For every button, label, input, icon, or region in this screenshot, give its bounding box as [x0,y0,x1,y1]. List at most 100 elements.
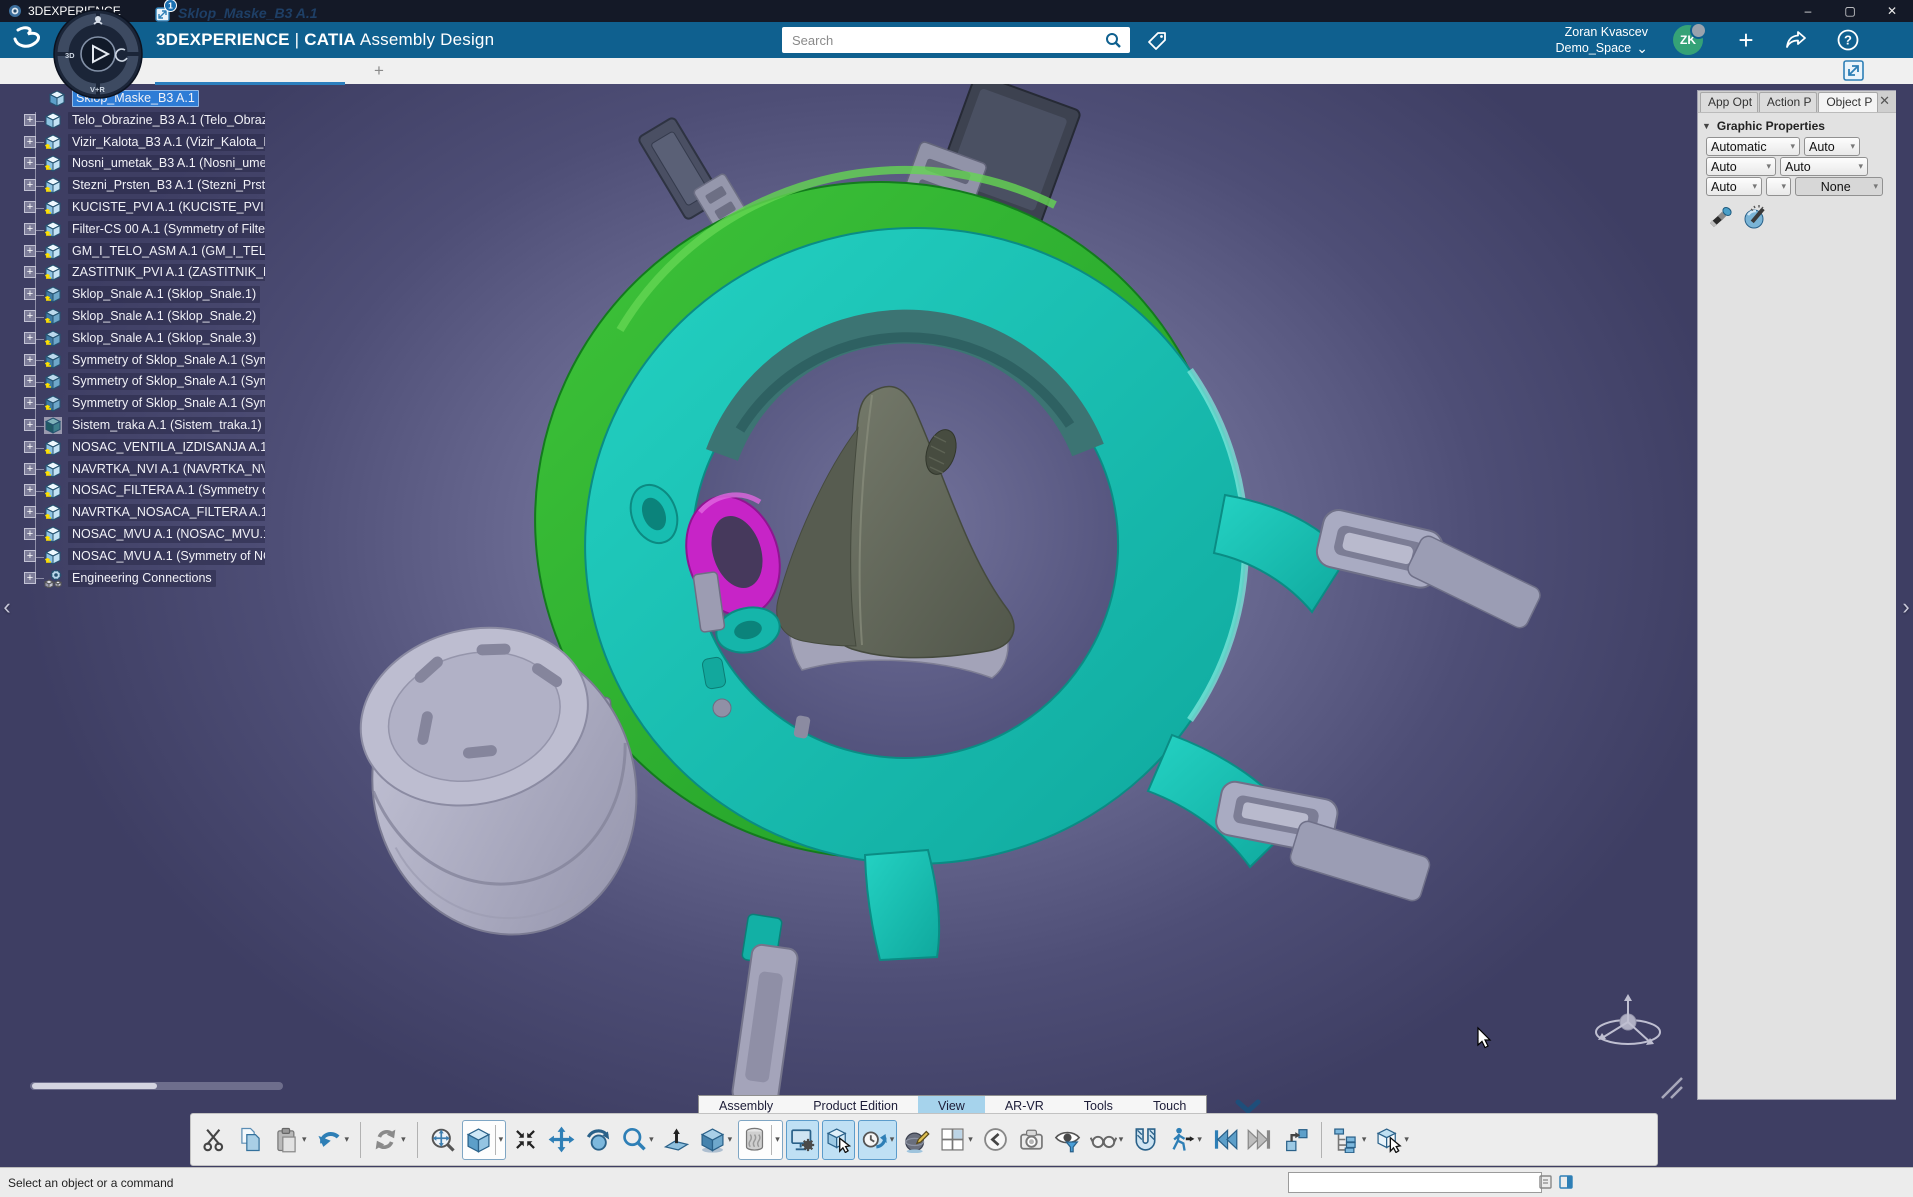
select-box-icon[interactable] [823,1121,854,1159]
undo-icon[interactable]: ▾ [314,1121,352,1159]
skip-end-icon[interactable] [1245,1121,1276,1159]
chevron-down-icon[interactable]: ▾ [1362,1134,1367,1145]
iso-view-icon[interactable]: ▾ [463,1121,506,1159]
share-icon[interactable] [1779,24,1813,56]
export-box-icon[interactable] [1281,1121,1312,1159]
help-icon[interactable]: ? [1831,24,1865,56]
tree-expander[interactable]: + [24,528,36,540]
chevron-down-icon[interactable]: ▾ [968,1134,973,1145]
chevron-down-icon[interactable]: ▾ [401,1134,406,1145]
3d-viewport[interactable]: ‹ › [0,84,1913,1167]
copy-icon[interactable] [235,1121,266,1159]
tree-item[interactable]: +GM_I_TELO_ASM A.1 (GM_I_TELO_A [10,241,265,263]
tree-expander[interactable]: + [24,375,36,387]
collapse-left-panel-icon[interactable]: ‹ [0,596,14,618]
chevron-down-icon[interactable]: ▾ [1119,1134,1124,1145]
command-input[interactable] [1288,1172,1542,1193]
chevron-down-icon[interactable]: ▾ [345,1134,350,1145]
document-tab[interactable]: 1 Sklop_Maske_B3 A.1 [155,2,318,24]
tree-expander[interactable]: + [24,484,36,496]
chevron-down-icon[interactable]: ▾ [1404,1134,1409,1145]
tree-structure-icon[interactable]: ▾ [1331,1121,1369,1159]
tree-expander[interactable]: + [24,136,36,148]
tree-item[interactable]: +Symmetry of Sklop_Snale A.1 (Symme [10,350,265,372]
walk-icon[interactable]: ▾ [1166,1121,1204,1159]
tree-item[interactable]: +Vizir_Kalota_B3 A.1 (Vizir_Kalota_B3.1 [10,132,265,154]
tree-horizontal-scrollbar[interactable] [30,1082,283,1090]
tree-expander[interactable]: + [24,506,36,518]
tree-item[interactable]: +Sklop_Snale A.1 (Sklop_Snale.1) [10,284,265,306]
tree-expander[interactable]: + [24,354,36,366]
tree-item[interactable]: +NOSAC_VENTILA_IZDISANJA A.1 (NC [10,437,265,459]
zoom-icon[interactable]: ▾ [618,1121,656,1159]
tree-item[interactable]: +Symmetry of Sklop_Snale A.1 (Symme [10,393,265,415]
tree-expander[interactable]: + [24,223,36,235]
render-style-icon[interactable]: ▾ [739,1121,782,1159]
paste-icon[interactable]: ▾ [271,1121,309,1159]
tree-expander[interactable]: + [24,157,36,169]
chevron-down-icon[interactable]: ▾ [302,1134,307,1145]
collapse-right-panel-icon[interactable]: › [1899,596,1913,618]
section-magnet-icon[interactable] [1130,1121,1161,1159]
panel-close-icon[interactable]: ✕ [1879,93,1890,109]
tree-item[interactable]: +NAVRTKA_NVI A.1 (NAVRTKA_NVI.1) [10,459,265,481]
chevron-down-icon[interactable]: ▾ [495,1125,504,1155]
rotate-icon[interactable] [582,1121,613,1159]
none-dropdown[interactable]: None▾ [1795,177,1883,196]
tree-expander[interactable]: + [24,463,36,475]
tree-item[interactable]: +NAVRTKA_NOSACA_FILTERA A.1 (Sy [10,502,265,524]
cut-icon[interactable] [199,1121,230,1159]
center-view-icon[interactable] [510,1121,541,1159]
tree-expander[interactable]: + [24,266,36,278]
chevron-down-icon[interactable]: ▾ [771,1125,780,1155]
tree-expander[interactable]: + [24,288,36,300]
eye-filter-icon[interactable] [1052,1121,1083,1159]
panel-tab-object-p[interactable]: Object P [1818,92,1878,112]
user-block[interactable]: Zoran Kvascev Demo_Space ⌄ [1556,22,1648,60]
tree-item[interactable]: +Sistem_traka A.1 (Sistem_traka.1) [10,415,265,437]
tree-item[interactable]: +Filter-CS 00 A.1 (Symmetry of Filter-C [10,219,265,241]
tree-expander[interactable]: + [24,114,36,126]
tree-item[interactable]: +KUCISTE_PVI A.1 (KUCISTE_PVI.1) [10,197,265,219]
search-icon[interactable] [1096,27,1130,53]
update-icon[interactable]: ▾ [370,1121,408,1159]
shaded-cube-icon[interactable]: ▾ [697,1121,735,1159]
auto-dropdown[interactable]: Auto▾ [1780,157,1868,176]
chevron-down-icon[interactable]: ▾ [649,1134,654,1145]
minimize-button[interactable]: – [1787,0,1829,22]
cube-select-icon[interactable]: ▾ [1373,1121,1411,1159]
tree-expander[interactable]: + [24,332,36,344]
sketch-globe-icon[interactable] [901,1121,932,1159]
auto-dropdown[interactable]: Auto▾ [1706,157,1776,176]
tree-item[interactable]: +NOSAC_MVU A.1 (NOSAC_MVU.1) [10,524,265,546]
chevron-down-icon[interactable]: ▾ [890,1134,895,1145]
tree-expander[interactable]: + [24,441,36,453]
maximize-button[interactable]: ▢ [1829,0,1871,22]
tree-item[interactable]: +Engineering Connections [10,568,265,590]
search-input[interactable] [782,33,1096,48]
tree-expander[interactable]: + [24,310,36,322]
sphere-wizard-icon[interactable] [1743,205,1772,235]
tree-item[interactable]: +Sklop_Snale A.1 (Sklop_Snale.2) [10,306,265,328]
chevron-down-icon[interactable]: ▾ [1197,1134,1202,1145]
tree-item[interactable]: +NOSAC_MVU A.1 (Symmetry of NOS [10,546,265,568]
tree-item[interactable]: +Symmetry of Sklop_Snale A.1 (Symme [10,371,265,393]
glasses-icon[interactable]: ▾ [1088,1121,1126,1159]
skip-start-icon[interactable] [1209,1121,1240,1159]
expand-panel-icon[interactable] [1843,60,1864,81]
tree-expander[interactable]: + [24,201,36,213]
tree-expander[interactable]: + [24,245,36,257]
camera-icon[interactable] [1016,1121,1047,1159]
tree-expander[interactable]: + [24,179,36,191]
power-input-icon[interactable] [1538,1173,1554,1194]
panel-toggle-icon[interactable] [1558,1173,1574,1194]
zoom-fit-icon[interactable] [427,1121,458,1159]
panel-tab-action-p[interactable]: Action P [1759,92,1817,112]
paint-brush-icon[interactable] [1707,205,1734,235]
3d-compass[interactable]: 3D V+R [52,8,144,100]
add-content-button[interactable]: + [1729,24,1763,56]
tree-expander[interactable]: + [24,419,36,431]
tree-item[interactable]: +Sklop_Snale A.1 (Sklop_Snale.3) [10,328,265,350]
new-tab-button[interactable]: + [368,60,390,82]
tree-expander[interactable]: + [24,550,36,562]
